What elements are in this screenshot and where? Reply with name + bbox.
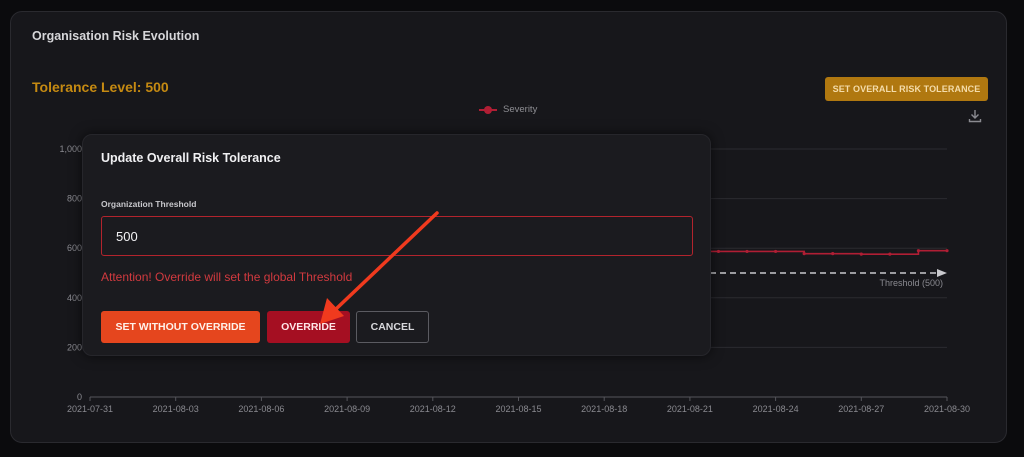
x-tick-label: 2021-08-18 <box>581 404 627 414</box>
x-tick-label: 2021-08-03 <box>153 404 199 414</box>
x-tick-label: 2021-08-21 <box>667 404 713 414</box>
override-button[interactable]: OVERRIDE <box>267 311 350 343</box>
organization-threshold-input[interactable] <box>101 216 693 256</box>
cancel-button[interactable]: CANCEL <box>356 311 429 343</box>
severity-point <box>774 249 778 254</box>
y-tick-label: 800 <box>67 194 82 204</box>
severity-point <box>802 252 806 256</box>
threshold-label: Threshold (500) <box>879 278 943 288</box>
severity-point <box>859 252 863 256</box>
x-tick-label: 2021-07-31 <box>67 404 113 414</box>
y-tick-label: 600 <box>67 243 82 253</box>
update-risk-tolerance-dialog: Update Overall Risk Tolerance Organizati… <box>82 134 711 356</box>
override-warning: Attention! Override will set the global … <box>101 270 353 284</box>
y-tick-label: 0 <box>77 392 82 402</box>
y-tick-label: 200 <box>67 342 82 352</box>
x-tick-label: 2021-08-30 <box>924 404 970 414</box>
severity-point <box>716 249 721 254</box>
y-tick-label: 1,000 <box>59 144 82 154</box>
y-tick-label: 400 <box>67 293 82 303</box>
severity-point <box>888 252 892 256</box>
x-tick-label: 2021-08-12 <box>410 404 456 414</box>
x-tick-label: 2021-08-27 <box>838 404 884 414</box>
severity-point <box>916 249 921 253</box>
set-without-override-button[interactable]: SET WITHOUT OVERRIDE <box>101 311 260 343</box>
severity-point <box>831 252 835 256</box>
x-tick-label: 2021-08-09 <box>324 404 370 414</box>
severity-point <box>945 249 949 253</box>
threshold-field-label: Organization Threshold <box>101 199 197 209</box>
x-tick-label: 2021-08-24 <box>753 404 799 414</box>
threshold-arrowhead <box>937 269 947 277</box>
x-tick-label: 2021-08-06 <box>238 404 284 414</box>
x-tick-label: 2021-08-15 <box>495 404 541 414</box>
dialog-title: Update Overall Risk Tolerance <box>101 151 281 165</box>
severity-point <box>745 249 749 254</box>
